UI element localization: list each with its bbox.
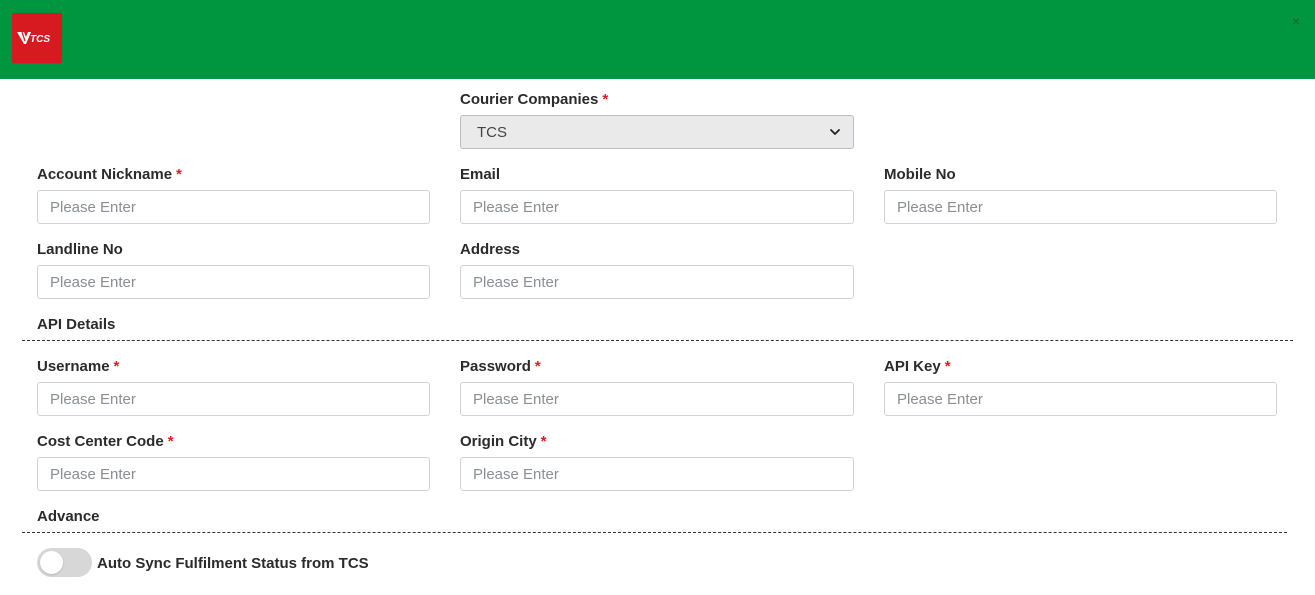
api-details-heading: API Details — [37, 316, 115, 333]
mobile-no-input[interactable] — [884, 190, 1277, 224]
cost-center-code-label: Cost Center Code * — [37, 433, 174, 450]
account-nickname-input[interactable] — [37, 190, 430, 224]
required-marker: * — [540, 433, 547, 450]
username-label-text: Username — [37, 358, 110, 375]
email-label-text: Email — [460, 166, 501, 183]
courier-companies-select[interactable]: TCS — [460, 115, 854, 149]
email-label: Email — [460, 166, 500, 183]
api-key-label-text: API Key — [884, 358, 941, 375]
username-input[interactable] — [37, 382, 430, 416]
advance-heading: Advance — [37, 508, 100, 525]
close-icon[interactable]: × — [1289, 12, 1303, 30]
chevron-down-icon — [830, 129, 840, 135]
api-key-label: API Key * — [884, 358, 951, 375]
advance-heading-text: Advance — [37, 508, 100, 525]
origin-city-input[interactable] — [460, 457, 854, 491]
password-label-text: Password — [460, 358, 531, 375]
toggle-knob — [40, 551, 63, 574]
courier-selected-value: TCS — [477, 123, 507, 141]
modal-header: TCS × — [0, 0, 1315, 79]
landline-no-label: Landline No — [37, 241, 123, 258]
required-marker: * — [944, 358, 951, 375]
tcs-logo-icon: TCS — [17, 31, 50, 45]
api-key-input[interactable] — [884, 382, 1277, 416]
address-input[interactable] — [460, 265, 854, 299]
account-nickname-label: Account Nickname * — [37, 166, 182, 183]
auto-sync-label: Auto Sync Fulfilment Status from TCS — [97, 555, 369, 572]
email-input[interactable] — [460, 190, 854, 224]
advance-divider — [22, 532, 1287, 533]
mobile-no-label: Mobile No — [884, 166, 956, 183]
account-nickname-label-text: Account Nickname — [37, 166, 173, 183]
landline-no-input[interactable] — [37, 265, 430, 299]
cost-center-code-label-text: Cost Center Code — [37, 433, 164, 450]
tcs-logo: TCS — [12, 13, 62, 63]
origin-city-label: Origin City * — [460, 433, 547, 450]
landline-no-label-text: Landline No — [37, 241, 123, 258]
api-details-heading-text: API Details — [37, 316, 116, 333]
courier-companies-label-text: Courier Companies — [460, 91, 599, 108]
origin-city-label-text: Origin City — [460, 433, 537, 450]
required-marker: * — [176, 166, 182, 183]
auto-sync-toggle[interactable] — [37, 548, 92, 577]
courier-companies-label: Courier Companies * — [460, 91, 608, 108]
mobile-no-label-text: Mobile No — [884, 166, 956, 183]
password-input[interactable] — [460, 382, 854, 416]
password-label: Password * — [460, 358, 541, 375]
address-label-text: Address — [460, 241, 521, 258]
required-marker: * — [534, 358, 541, 375]
required-marker: * — [602, 91, 609, 108]
username-label: Username * — [37, 358, 119, 375]
cost-center-code-input[interactable] — [37, 457, 430, 491]
required-marker: * — [113, 358, 120, 375]
svg-text:TCS: TCS — [30, 34, 50, 45]
address-label: Address — [460, 241, 520, 258]
api-details-divider — [22, 340, 1293, 341]
required-marker: * — [167, 433, 174, 450]
